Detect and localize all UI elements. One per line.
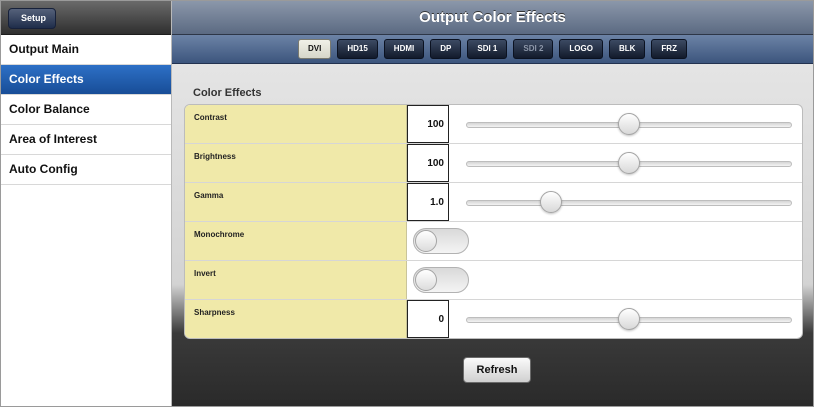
tab-blk[interactable]: BLK	[608, 39, 646, 59]
app-window: Setup Output Main Color Effects Color Ba…	[0, 0, 814, 407]
tab-hd15[interactable]: HD15	[337, 39, 378, 59]
tab-hdmi[interactable]: HDMI	[383, 39, 425, 59]
main-panel: Output Color Effects DVI HD15 HDMI DP SD…	[172, 1, 813, 406]
sharpness-row: Sharpness 0	[185, 300, 802, 338]
gamma-label: Gamma	[185, 183, 407, 221]
title-bar: Output Color Effects	[172, 1, 813, 35]
brightness-slider-thumb[interactable]	[618, 152, 640, 174]
sidebar-item-auto-config[interactable]: Auto Config	[1, 155, 171, 185]
brightness-value-field[interactable]: 100	[407, 144, 449, 182]
gamma-row: Gamma 1.0	[185, 183, 802, 222]
invert-toggle[interactable]	[413, 267, 469, 293]
contrast-label: Contrast	[185, 105, 407, 143]
color-effects-panel: Contrast 100 Brightness 100 Gamma 1.0 Mo…	[184, 104, 803, 339]
output-tab-bar: DVI HD15 HDMI DP SDI 1 SDI 2 LOGO BLK FR…	[172, 35, 813, 64]
gamma-slider-thumb[interactable]	[539, 191, 562, 213]
tab-frz[interactable]: FRZ	[651, 39, 687, 59]
monochrome-row: Monochrome	[185, 222, 802, 261]
sidebar-header: Setup	[1, 1, 171, 35]
sharpness-slider-thumb[interactable]	[618, 308, 640, 330]
brightness-row: Brightness 100	[185, 144, 802, 183]
contrast-value-field[interactable]: 100	[407, 105, 449, 143]
tab-dvi[interactable]: DVI	[298, 39, 332, 59]
tab-sdi1[interactable]: SDI 1	[467, 39, 508, 59]
tab-dp[interactable]: DP	[430, 39, 462, 59]
sidebar-item-output-main[interactable]: Output Main	[1, 35, 171, 65]
contrast-slider-thumb[interactable]	[618, 113, 640, 135]
sidebar: Setup Output Main Color Effects Color Ba…	[1, 1, 172, 406]
monochrome-toggle[interactable]	[413, 228, 469, 254]
monochrome-label: Monochrome	[185, 222, 407, 260]
sidebar-item-color-effects[interactable]: Color Effects	[1, 65, 171, 95]
invert-label: Invert	[185, 261, 407, 299]
gamma-value-field[interactable]: 1.0	[407, 183, 449, 221]
monochrome-toggle-knob	[415, 230, 437, 252]
sharpness-value-field[interactable]: 0	[407, 300, 449, 338]
brightness-label: Brightness	[185, 144, 407, 182]
page-title: Output Color Effects	[419, 9, 566, 26]
setup-back-button[interactable]: Setup	[8, 8, 57, 29]
sidebar-menu: Output Main Color Effects Color Balance …	[1, 35, 171, 185]
section-title: Color Effects	[193, 87, 262, 99]
tab-sdi2: SDI 2	[513, 39, 554, 59]
contrast-row: Contrast 100	[185, 105, 802, 144]
invert-toggle-knob	[415, 269, 437, 291]
sidebar-item-area-of-interest[interactable]: Area of Interest	[1, 125, 171, 155]
invert-row: Invert	[185, 261, 802, 300]
sharpness-label: Sharpness	[185, 300, 407, 338]
tab-logo[interactable]: LOGO	[559, 39, 603, 59]
sidebar-item-color-balance[interactable]: Color Balance	[1, 95, 171, 125]
gamma-slider-track[interactable]	[466, 200, 792, 206]
refresh-button[interactable]: Refresh	[463, 357, 531, 383]
